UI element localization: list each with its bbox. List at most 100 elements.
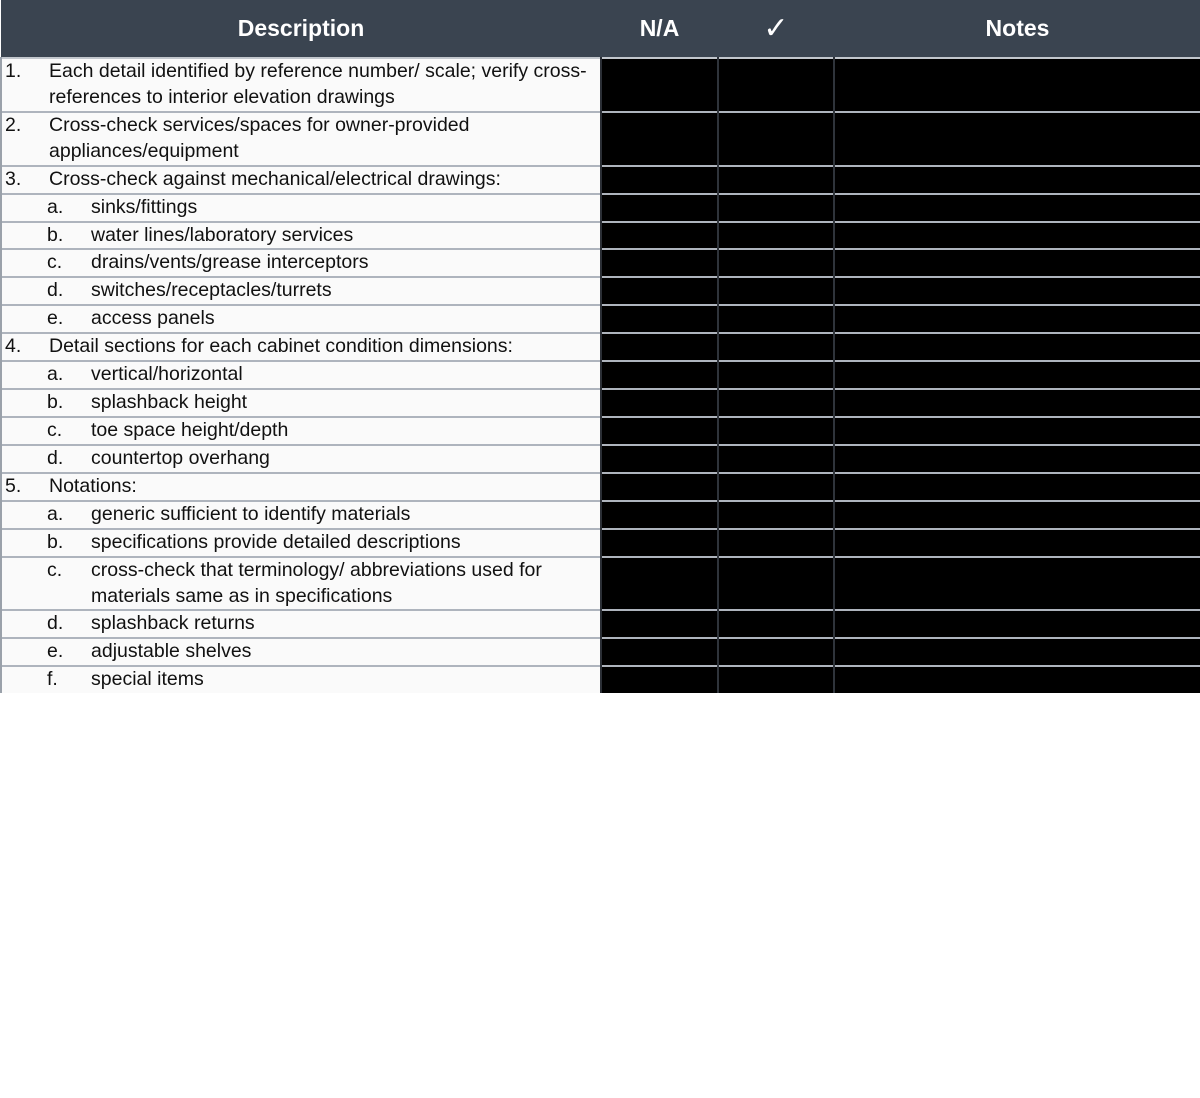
- cell-check-checkbox[interactable]: [718, 220, 835, 250]
- cell-na-checkbox[interactable]: [601, 164, 719, 194]
- cell-check-checkbox[interactable]: [718, 499, 835, 529]
- table-row: 5. Notations:: [0, 471, 1200, 501]
- cell-na-checkbox[interactable]: [601, 637, 719, 667]
- table-row: a. sinks/fittings: [0, 192, 1200, 222]
- item-marker: a.: [47, 195, 64, 218]
- item-marker: c.: [47, 558, 63, 581]
- cell-check-checkbox[interactable]: [718, 57, 835, 112]
- cell-check-checkbox[interactable]: [718, 164, 835, 194]
- cell-description: a. sinks/fittings: [0, 192, 602, 222]
- cell-check-checkbox[interactable]: [718, 609, 835, 639]
- item-marker: 5.: [5, 474, 22, 497]
- cell-na-checkbox[interactable]: [601, 443, 719, 473]
- table-row: 3. Cross-check against mechanical/electri…: [0, 164, 1200, 194]
- item-marker: 1.: [5, 60, 22, 82]
- header-row: Description N/A ✓ Notes: [1, 0, 1200, 58]
- cell-description: d. switches/receptacles/turrets: [0, 276, 602, 306]
- cell-notes-field[interactable]: [834, 665, 1200, 694]
- cell-check-checkbox[interactable]: [718, 192, 835, 222]
- checklist-table: Description N/A ✓ Notes 1. Each detail id…: [0, 0, 1200, 694]
- cell-description: 5. Notations:: [0, 471, 602, 501]
- item-label: Each detail identified by reference numb…: [49, 60, 587, 108]
- cell-check-checkbox[interactable]: [718, 332, 835, 362]
- table-row: f. special items: [0, 665, 1200, 694]
- cell-na-checkbox[interactable]: [601, 248, 719, 278]
- cell-check-checkbox[interactable]: [718, 304, 835, 334]
- cell-na-checkbox[interactable]: [601, 332, 719, 362]
- item-marker: b.: [47, 391, 64, 414]
- cell-description: e. access panels: [0, 304, 602, 334]
- checklist-item: d. switches/receptacles/turrets: [2, 278, 600, 304]
- cell-na-checkbox[interactable]: [601, 192, 719, 222]
- cell-notes-field[interactable]: [834, 110, 1200, 166]
- cell-notes-field[interactable]: [834, 555, 1200, 611]
- cell-check-checkbox[interactable]: [718, 443, 835, 473]
- cell-check-checkbox[interactable]: [718, 248, 835, 278]
- table-row: b. specifications provide detailed descri…: [0, 527, 1200, 557]
- item-label: splashback height: [91, 391, 248, 414]
- cell-notes-field[interactable]: [834, 527, 1200, 557]
- table-row: c. cross-check that terminology/ abbrevia…: [0, 555, 1200, 611]
- cell-notes-field[interactable]: [834, 276, 1200, 306]
- cell-notes-field[interactable]: [834, 471, 1200, 501]
- cell-na-checkbox[interactable]: [601, 388, 719, 417]
- cell-description: 3. Cross-check against mechanical/electri…: [0, 164, 602, 194]
- cell-notes-field[interactable]: [834, 388, 1200, 417]
- cell-check-checkbox[interactable]: [718, 415, 835, 445]
- cell-na-checkbox[interactable]: [601, 499, 719, 529]
- item-label: cross-check that terminology/ abbreviati…: [91, 558, 542, 607]
- item-label: Cross-check services/spaces for owner-pr…: [49, 113, 470, 162]
- cell-check-checkbox[interactable]: [718, 637, 835, 667]
- cell-notes-field[interactable]: [834, 637, 1200, 667]
- cell-check-checkbox[interactable]: [718, 555, 835, 611]
- cell-description: e. adjustable shelves: [0, 637, 602, 667]
- checkmark-icon: ✓: [763, 11, 789, 45]
- cell-notes-field[interactable]: [834, 220, 1200, 250]
- item-marker: c.: [47, 418, 63, 441]
- cell-notes-field[interactable]: [834, 192, 1200, 222]
- cell-notes-field[interactable]: [834, 332, 1200, 362]
- cell-check-checkbox[interactable]: [718, 110, 835, 166]
- cell-na-checkbox[interactable]: [601, 304, 719, 334]
- cell-na-checkbox[interactable]: [601, 57, 719, 112]
- cell-notes-field[interactable]: [834, 164, 1200, 194]
- cell-notes-field[interactable]: [834, 443, 1200, 473]
- cell-notes-field[interactable]: [834, 360, 1200, 390]
- item-marker: 3.: [5, 167, 22, 190]
- checklist-item: 4. Detail sections for each cabinet condi…: [2, 334, 600, 360]
- cell-na-checkbox[interactable]: [601, 527, 719, 557]
- cell-check-checkbox[interactable]: [718, 471, 835, 501]
- cell-na-checkbox[interactable]: [601, 360, 719, 390]
- item-label: switches/receptacles/turrets: [91, 279, 332, 302]
- table-row: c. toe space height/depth: [0, 415, 1200, 445]
- column-header-na: N/A: [601, 0, 718, 58]
- cell-check-checkbox[interactable]: [718, 388, 835, 417]
- cell-na-checkbox[interactable]: [601, 609, 719, 639]
- cell-notes-field[interactable]: [834, 57, 1200, 112]
- cell-check-checkbox[interactable]: [718, 665, 835, 694]
- cell-notes-field[interactable]: [834, 415, 1200, 445]
- cell-check-checkbox[interactable]: [718, 360, 835, 390]
- cell-notes-field[interactable]: [834, 609, 1200, 639]
- cell-na-checkbox[interactable]: [601, 555, 719, 611]
- cell-notes-field[interactable]: [834, 248, 1200, 278]
- item-marker: 2.: [5, 113, 22, 136]
- checklist-item: e. access panels: [2, 306, 600, 332]
- item-label: sinks/fittings: [91, 195, 198, 218]
- table-row: a. vertical/horizontal: [0, 360, 1200, 390]
- cell-check-checkbox[interactable]: [718, 276, 835, 306]
- item-marker: d.: [47, 279, 64, 302]
- cell-notes-field[interactable]: [834, 304, 1200, 334]
- cell-notes-field[interactable]: [834, 499, 1200, 529]
- cell-check-checkbox[interactable]: [718, 527, 835, 557]
- cell-na-checkbox[interactable]: [601, 276, 719, 306]
- cell-description: a. generic sufficient to identify materia…: [0, 499, 602, 529]
- item-marker: c.: [47, 251, 63, 274]
- item-marker: a.: [47, 363, 64, 386]
- checklist-item: b. water lines/laboratory services: [2, 223, 600, 249]
- cell-na-checkbox[interactable]: [601, 220, 719, 250]
- cell-na-checkbox[interactable]: [601, 471, 719, 501]
- cell-na-checkbox[interactable]: [601, 665, 719, 694]
- cell-na-checkbox[interactable]: [601, 415, 719, 445]
- cell-na-checkbox[interactable]: [601, 110, 719, 166]
